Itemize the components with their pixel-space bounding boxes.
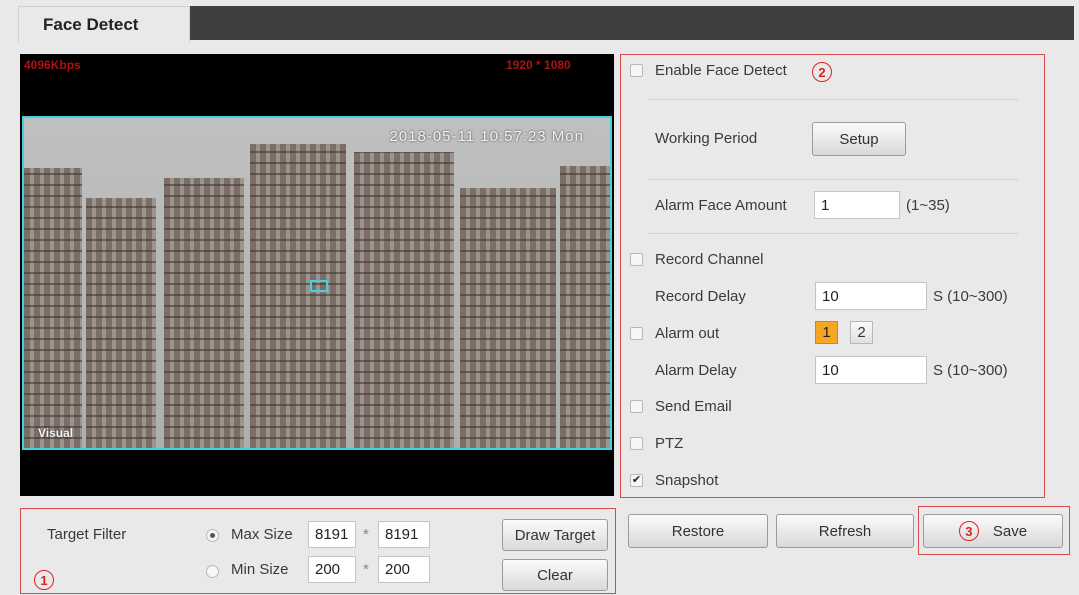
marker-2: 2 [812,62,832,82]
alarm-out-channel-2[interactable]: 2 [850,321,873,344]
marker-1: 1 [34,570,54,590]
building [164,178,244,448]
osd-channel-name: Visual [38,426,74,440]
alarm-out-checkbox[interactable] [630,327,643,340]
enable-face-detect-label: Enable Face Detect [655,62,787,79]
size-separator: * [363,561,369,578]
marker-3: 3 [958,521,979,541]
enable-face-detect-checkbox[interactable] [630,64,643,77]
alarm-face-amount-label: Alarm Face Amount [655,197,787,214]
max-height-input[interactable]: 8191 [378,521,430,548]
save-button-label: Save [992,522,1028,540]
record-delay-range: S (10~300) [933,288,1008,305]
ptz-checkbox[interactable] [630,437,643,450]
face-detection-box [310,280,328,292]
resolution-readout: 1920 * 1080 [506,58,571,72]
save-button[interactable]: 3 Save [923,514,1063,548]
building [460,188,556,448]
record-channel-checkbox[interactable] [630,253,643,266]
setup-button[interactable]: Setup [812,122,906,156]
max-width-input[interactable]: 8191 [308,521,356,548]
max-size-label: Max Size [231,526,293,543]
tab-face-detect[interactable]: Face Detect [18,6,190,42]
snapshot-checkbox[interactable]: ✔ [630,474,643,487]
send-email-checkbox[interactable] [630,400,643,413]
alarm-face-amount-range: (1~35) [906,197,950,214]
alarm-face-amount-input[interactable]: 1 [814,191,900,219]
building [560,166,610,448]
min-height-input[interactable]: 200 [378,556,430,583]
bitrate-readout: 4096Kbps [24,58,81,72]
draw-target-button[interactable]: Draw Target [502,519,608,551]
alarm-delay-label: Alarm Delay [655,362,737,379]
building [250,144,346,448]
record-channel-label: Record Channel [655,251,764,268]
alarm-out-label: Alarm out [655,325,720,342]
min-size-radio[interactable] [206,565,219,578]
alarm-delay-input[interactable]: 10 [815,356,927,384]
working-period-label: Working Period [655,130,758,147]
building [86,198,156,448]
max-size-radio[interactable] [206,529,219,542]
settings-panel [620,54,1045,498]
osd-timestamp: 2018-05-11 10:57:23 Mon [389,128,584,145]
record-delay-input[interactable]: 10 [815,282,927,310]
divider [648,179,1018,180]
radio-selected-dot [210,533,215,538]
building [354,152,454,448]
min-width-input[interactable]: 200 [308,556,356,583]
clear-button[interactable]: Clear [502,559,608,591]
send-email-label: Send Email [655,398,732,415]
restore-button[interactable]: Restore [628,514,768,548]
alarm-delay-range: S (10~300) [933,362,1008,379]
snapshot-label: Snapshot [655,472,719,489]
record-delay-label: Record Delay [655,288,746,305]
building [24,168,82,448]
ptz-label: PTZ [655,435,684,452]
size-separator: * [363,526,369,543]
divider [648,233,1018,234]
min-size-label: Min Size [231,561,289,578]
detection-area[interactable]: 2018-05-11 10:57:23 Mon Visual [22,116,612,450]
alarm-out-channel-1[interactable]: 1 [815,321,838,344]
refresh-button[interactable]: Refresh [776,514,914,548]
divider [648,99,1018,100]
target-filter-label: Target Filter [47,526,127,543]
